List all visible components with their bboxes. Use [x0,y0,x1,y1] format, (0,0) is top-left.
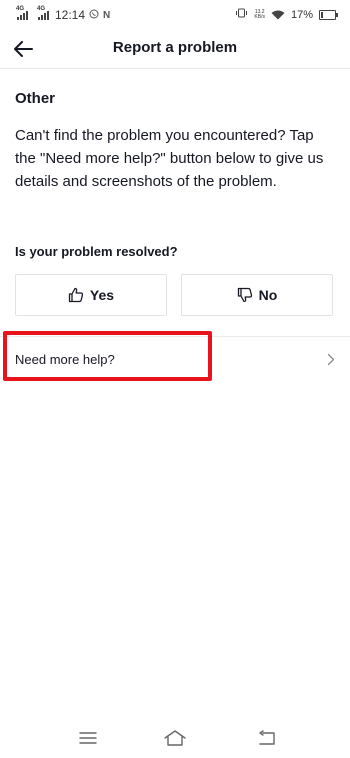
menu-icon [79,732,97,744]
thumbs-up-icon [68,287,84,303]
no-button[interactable]: No [181,274,333,316]
status-right: 13.2 KB/s 17% [235,8,338,21]
battery-icon [319,9,338,20]
network-type-2: 4G [37,5,46,12]
signal-icon-2: 4G [37,6,49,20]
wifi-icon [271,10,285,20]
net-speed: 13.2 KB/s [254,9,265,20]
home-icon [164,730,186,746]
page-title: Report a problem [112,39,238,56]
vibrate-icon [235,8,248,21]
status-bar: 4G 4G 12:14 N 13.2 KB/s 17% [0,0,350,30]
system-nav-bar [0,718,350,758]
back-icon [259,730,275,745]
net-speed-unit: KB/s [254,13,265,20]
yes-button[interactable]: Yes [15,274,167,316]
battery-percent: 17% [290,8,313,21]
whatsapp-icon [89,9,99,21]
header: Report a problem [0,30,350,69]
nav-home-button[interactable] [163,728,187,748]
section-title: Other [15,90,56,107]
no-label: No [258,287,278,303]
nav-back-button[interactable] [254,728,278,748]
n-app-icon: N [103,9,111,21]
highlight-box [3,331,212,381]
clock: 12:14 [55,8,86,22]
chevron-right-icon [327,353,335,366]
yes-label: Yes [89,287,115,303]
status-left: 4G 4G 12:14 N [16,6,111,23]
nav-menu-button[interactable] [76,728,100,748]
thumbs-down-icon [237,287,252,303]
network-type-1: 4G [16,5,25,12]
signal-icon: 4G [16,6,28,20]
resolved-question: Is your problem resolved? [15,244,178,259]
description-text: Can't find the problem you encountered? … [15,127,324,190]
